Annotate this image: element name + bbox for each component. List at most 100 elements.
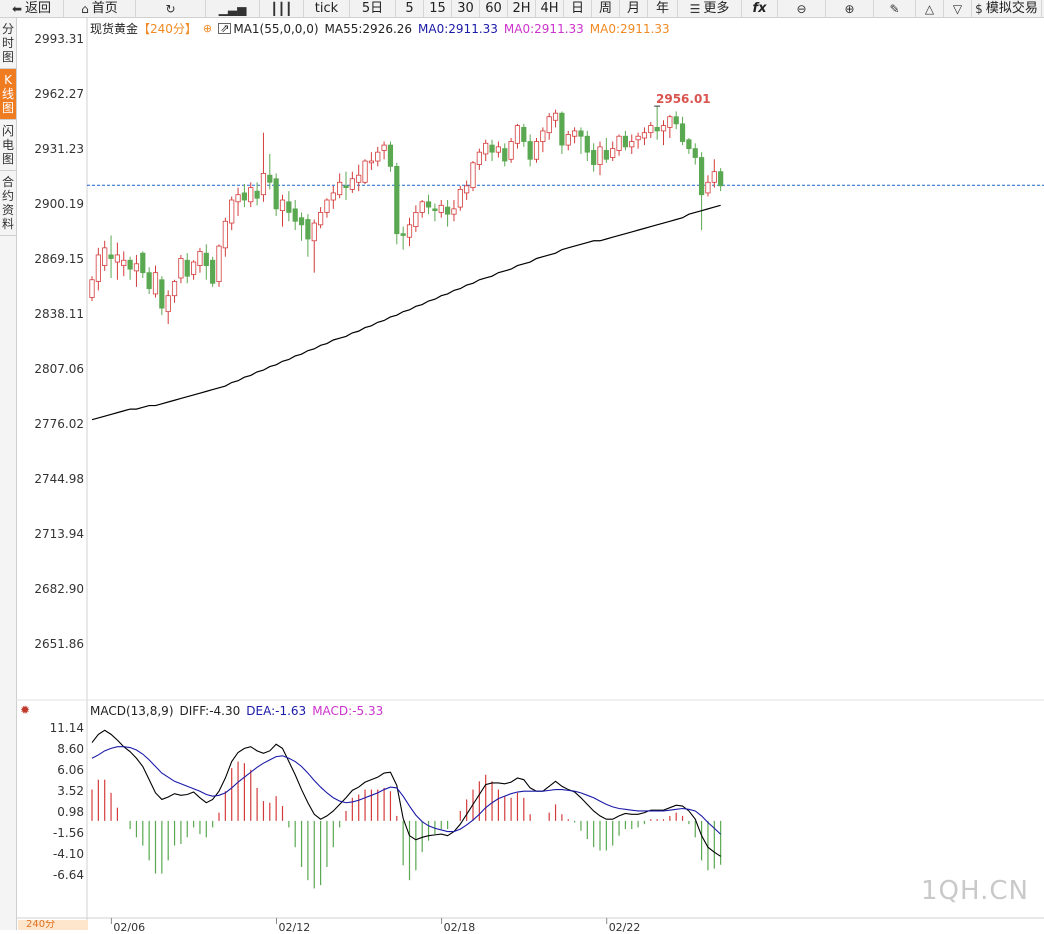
candle-up <box>540 130 546 142</box>
candle-down <box>394 165 400 235</box>
macd-tick-label: 11.14 <box>49 721 84 736</box>
candle-down <box>718 171 724 187</box>
candle-up <box>457 188 463 208</box>
price-tick-label: 2744.98 <box>34 472 84 486</box>
candle-up <box>102 247 108 266</box>
candle-down <box>298 217 305 226</box>
candle-down <box>622 135 629 148</box>
candle-up <box>711 171 717 183</box>
candle-up <box>616 135 622 151</box>
candle-up <box>705 181 711 194</box>
candle-up <box>533 141 540 160</box>
candle-down <box>140 252 146 274</box>
candle-up <box>368 160 375 164</box>
price-tick-label: 2807.06 <box>34 362 84 376</box>
candle-up <box>317 212 324 226</box>
macd-tick-label: -6.64 <box>52 867 84 882</box>
candle-down <box>578 130 584 137</box>
candle-up <box>660 125 667 132</box>
candle-down <box>267 174 273 183</box>
candle-up <box>114 254 120 263</box>
candle-down <box>159 279 165 309</box>
candle-up <box>171 281 178 297</box>
candle-up <box>629 141 635 148</box>
candle-down <box>654 126 660 132</box>
candle-down <box>521 126 527 142</box>
ma0-value-1: MA0:2911.33 <box>418 21 498 36</box>
candle-down <box>273 178 279 210</box>
candle-up <box>597 146 603 165</box>
candle-down <box>692 148 698 158</box>
candle-down <box>292 208 298 222</box>
candle-down <box>254 190 260 199</box>
candle-up <box>514 125 521 144</box>
candle-up <box>381 144 387 151</box>
candle-up <box>464 185 470 194</box>
candle-up <box>356 174 362 183</box>
macd-tick-label: -1.56 <box>52 825 84 840</box>
period-tag: 240分 <box>18 920 88 930</box>
dea-line <box>91 746 722 835</box>
chart-canvas[interactable] <box>0 0 1044 930</box>
candle-up <box>229 199 235 224</box>
macd-settings-icon[interactable]: ✹ <box>20 703 30 717</box>
candle-down <box>203 252 209 266</box>
candle-up <box>552 112 559 121</box>
candle-up <box>546 116 552 134</box>
price-tick-label: 2651.86 <box>34 637 84 651</box>
candle-up <box>311 222 317 242</box>
watermark: 1QH.CN <box>921 876 1029 906</box>
settings-icon[interactable]: ⊕ <box>203 22 212 35</box>
candle-down <box>343 185 349 189</box>
price-tick-label: 2682.90 <box>34 582 84 596</box>
date-tick-label: 02/22 <box>608 921 641 934</box>
candle-up <box>413 212 419 227</box>
macd-tick-label: 0.98 <box>57 804 84 819</box>
candle-down <box>210 259 216 284</box>
candle-down <box>127 259 133 270</box>
macd-tick-label: 8.60 <box>57 742 84 756</box>
candle-down <box>286 201 292 213</box>
candle-down <box>241 192 247 201</box>
candle-up <box>667 116 673 128</box>
candle-up <box>260 173 267 196</box>
candle-down <box>444 206 451 215</box>
candle-down <box>387 144 394 167</box>
candle-up <box>508 141 514 160</box>
price-tick-label: 2962.27 <box>34 86 84 101</box>
candle-down <box>425 201 432 208</box>
candle-up <box>190 261 197 275</box>
candle-up <box>235 194 241 203</box>
candle-down <box>305 219 311 240</box>
candle-down <box>584 135 590 153</box>
candle-down <box>699 157 705 196</box>
indicator-icon[interactable]: ⇗ <box>218 23 232 34</box>
macd-name: MACD(13,8,9) <box>90 704 174 718</box>
price-tick-label: 2931.23 <box>34 141 84 156</box>
macd-tick-label: -4.10 <box>52 846 84 861</box>
candle-down <box>559 112 565 146</box>
candle-up <box>95 254 101 282</box>
price-tick-label: 2713.94 <box>34 527 84 541</box>
candle-up <box>324 199 330 213</box>
candle-up <box>470 162 476 189</box>
candle-up <box>483 142 489 155</box>
candle-up <box>635 135 641 141</box>
candle-up <box>406 224 413 238</box>
period-label[interactable]: 【240分】 <box>138 20 197 37</box>
candle-up <box>451 208 457 215</box>
candle-up <box>610 148 616 158</box>
candle-down <box>679 123 686 142</box>
candle-up <box>419 201 425 213</box>
macd-diff: DIFF:-4.30 <box>179 704 241 718</box>
ma55-value: MA55:2926.26 <box>324 21 413 36</box>
candle-up <box>121 259 127 266</box>
candle-up <box>197 251 203 266</box>
candle-up <box>495 146 502 153</box>
macd-legend: MACD(13,8,9) DIFF:-4.30 DEA:-1.63 MACD:-… <box>90 704 383 718</box>
candle-up <box>133 263 140 272</box>
candle-down <box>673 116 679 125</box>
candle-up <box>565 134 571 146</box>
candle-up <box>438 204 444 213</box>
candle-down <box>502 148 508 162</box>
